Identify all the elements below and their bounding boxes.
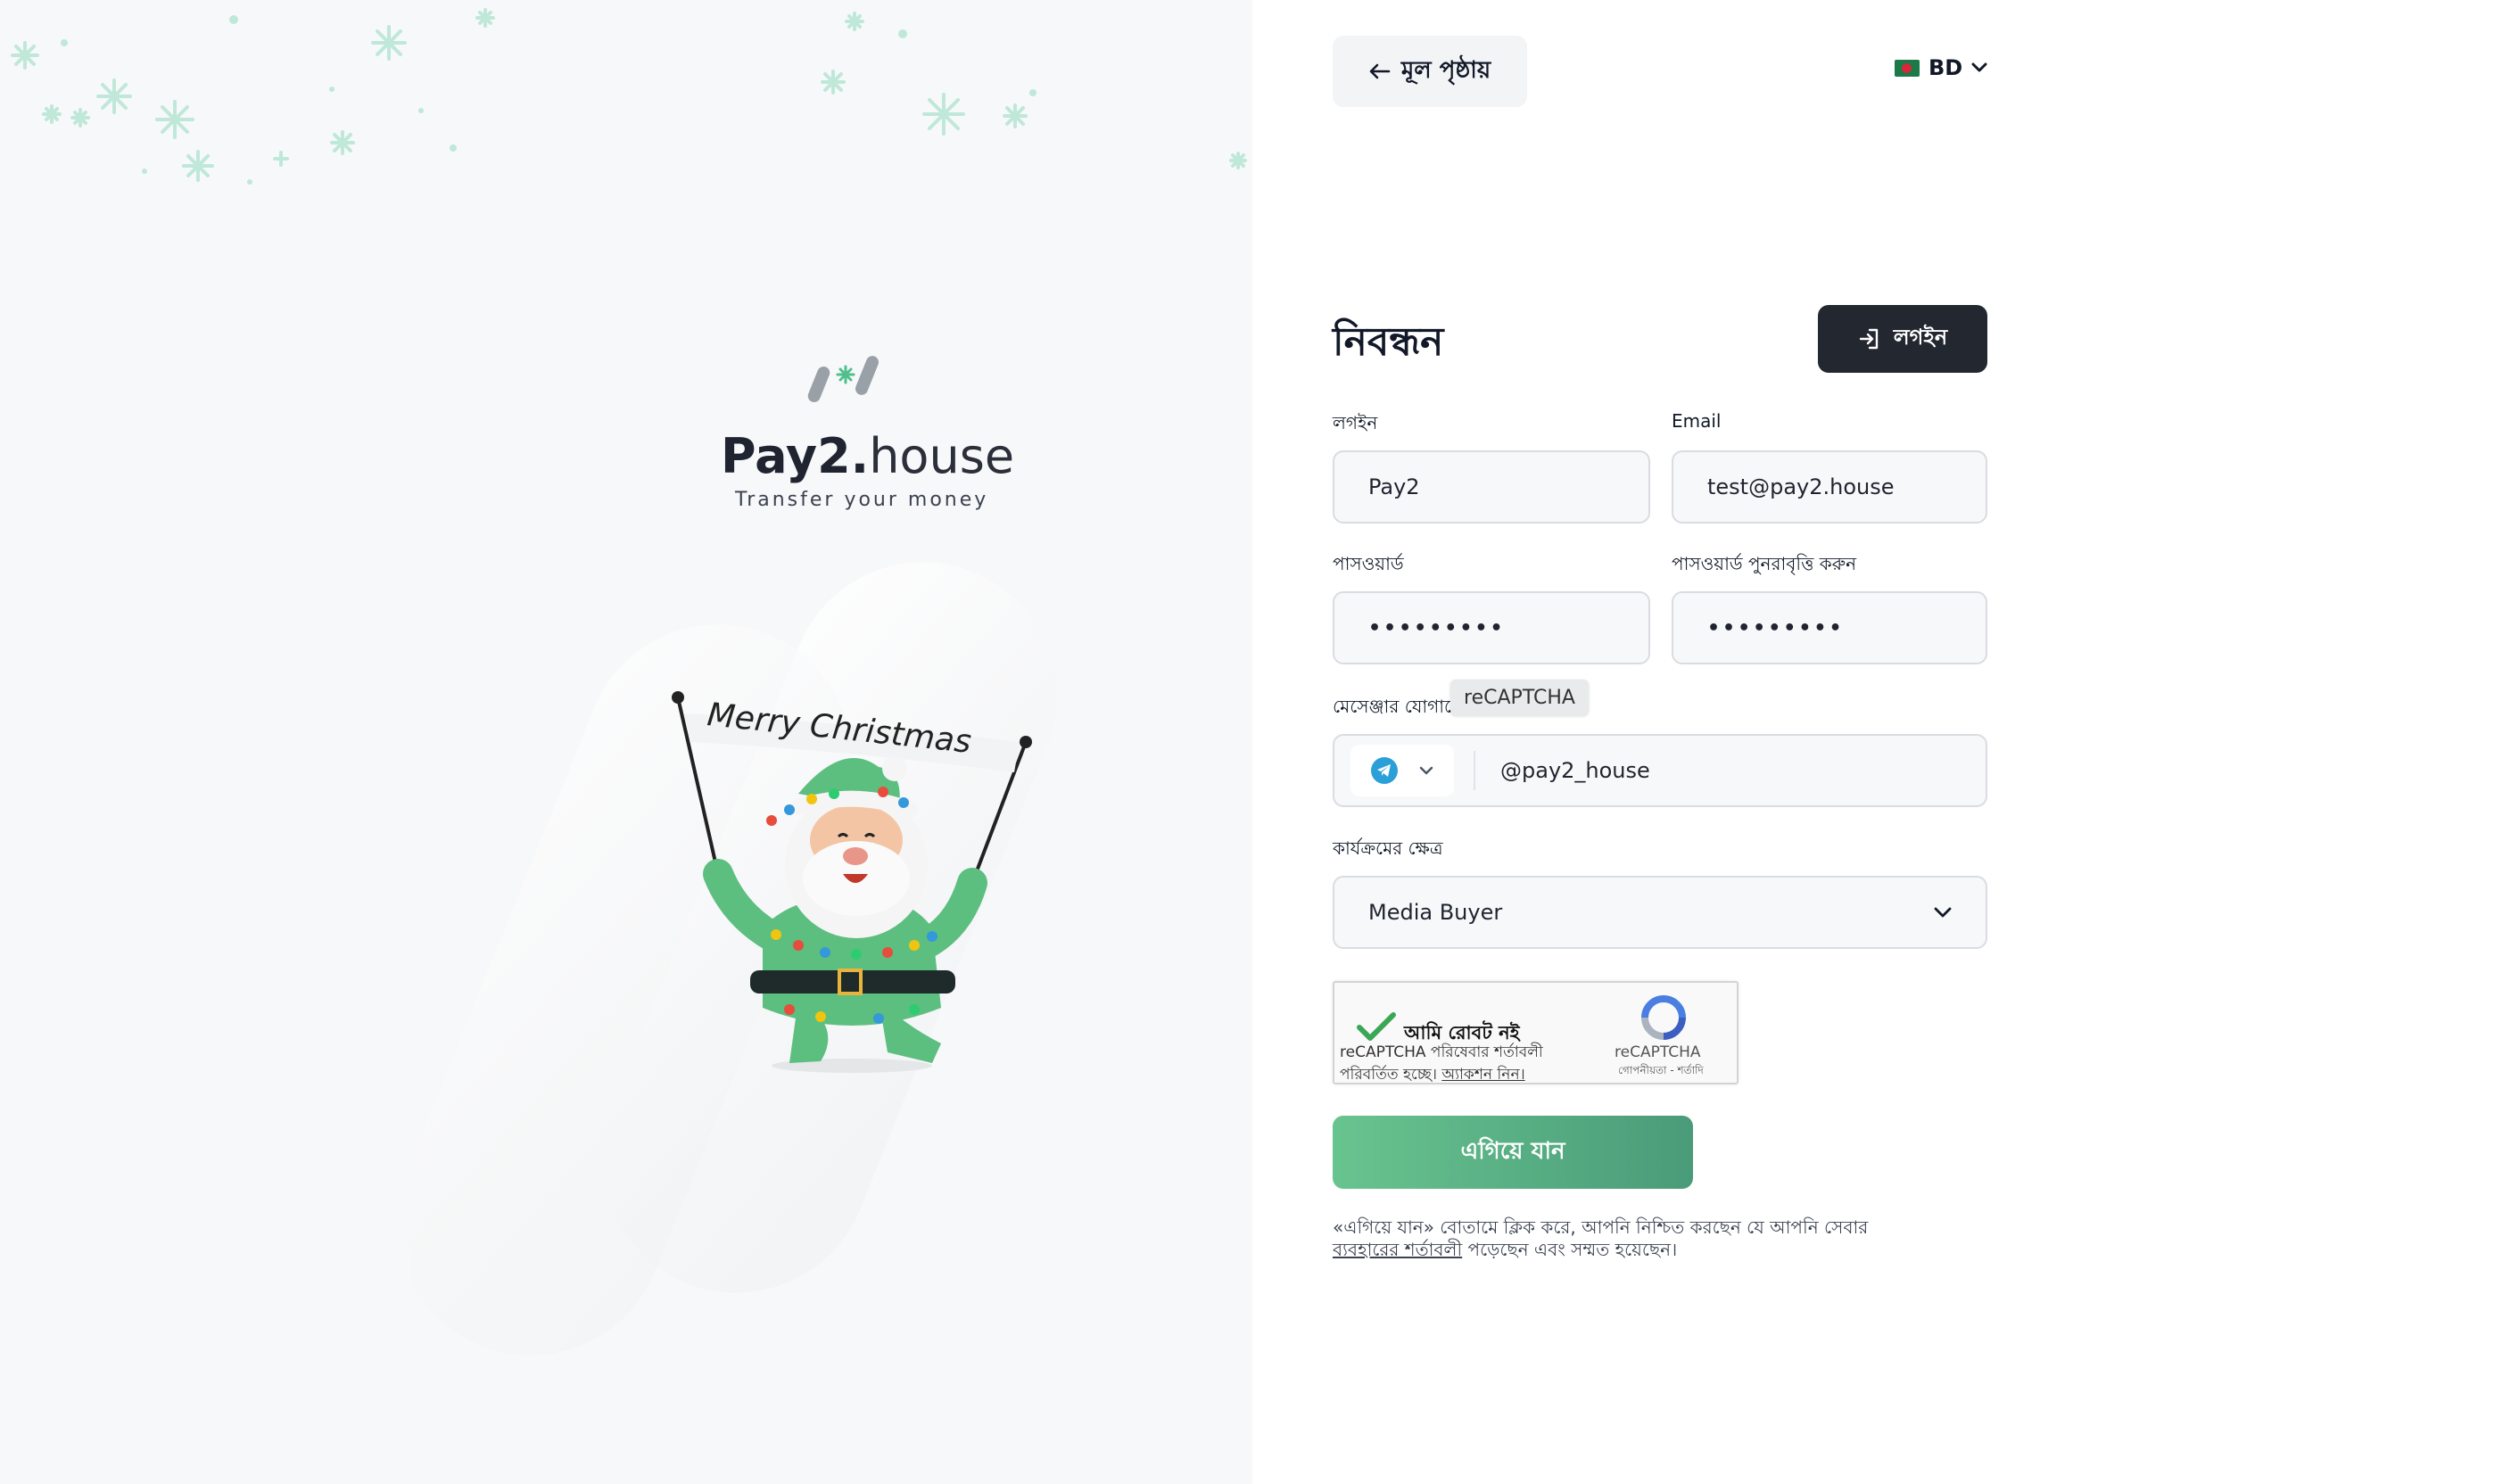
chevron-down-icon: [1934, 907, 1952, 918]
messenger-divider: [1474, 751, 1475, 790]
password-field-label: পাসওয়ার্ড: [1333, 553, 1404, 574]
messenger-field: @pay2_house: [1333, 734, 1987, 807]
captcha-checkmark-icon[interactable]: [1356, 1011, 1397, 1043]
recaptcha-widget: আমি রোবট নই reCAPTCHA পরিষেবার শর্তাবলী …: [1333, 981, 1739, 1084]
password-repeat-field-label: পাসওয়ার্ড পুনরাবৃত্তি করুন: [1672, 553, 1857, 574]
login-button-label: লগইন: [1893, 325, 1948, 350]
email-input[interactable]: test@pay2.house: [1672, 450, 1987, 524]
login-button[interactable]: লগইন: [1818, 305, 1987, 373]
back-to-home-button[interactable]: মূল পৃষ্ঠায়: [1333, 36, 1527, 107]
recaptcha-logo-icon: [1641, 995, 1686, 1040]
activity-field-label: কার্যক্রমের ক্ষেত্র: [1333, 837, 1443, 859]
login-field-label: লগইন: [1333, 412, 1378, 433]
pay2-logo-mark-icon: [807, 356, 879, 402]
language-code: BD: [1928, 55, 1963, 80]
recaptcha-brand: reCAPTCHA: [1615, 1043, 1701, 1061]
password-input[interactable]: •••••••••: [1333, 591, 1650, 664]
terms-notice: «এগিয়ে যান» বোতামে ক্লিক করে, আপনি নিশ্…: [1333, 1216, 1869, 1260]
recaptcha-tooltip: reCAPTCHA: [1450, 680, 1589, 715]
captcha-terms: reCAPTCHA পরিষেবার শর্তাবলী পরিবর্তিত হচ…: [1340, 1043, 1543, 1084]
back-to-home-label: মূল পৃষ্ঠায়: [1400, 57, 1491, 84]
activity-select[interactable]: Media Buyer: [1333, 876, 1987, 949]
email-field-label: Email: [1672, 410, 1722, 432]
submit-button[interactable]: এগিয়ে যান: [1333, 1116, 1693, 1189]
bangladesh-flag-icon: [1895, 59, 1920, 77]
recaptcha-privacy-terms-links[interactable]: গোপনীয়তা - শর্তাদি: [1618, 1063, 1704, 1081]
brand-name: Pay2.house: [721, 428, 1015, 484]
login-input[interactable]: Pay2: [1333, 450, 1650, 524]
messenger-type-dropdown[interactable]: [1350, 745, 1454, 796]
brand-tagline: Transfer your money: [735, 489, 989, 511]
captcha-action-link[interactable]: অ্যাকশন নিন।: [1441, 1066, 1524, 1084]
login-enter-icon: [1859, 328, 1878, 350]
arrow-left-icon: [1369, 63, 1391, 79]
activity-selected-value: Media Buyer: [1368, 900, 1503, 925]
terms-of-use-link[interactable]: ব্যবহারের শর্তাবলী: [1333, 1239, 1462, 1260]
password-repeat-input[interactable]: •••••••••: [1672, 591, 1987, 664]
chevron-down-icon: [1971, 62, 1987, 72]
page-title: নিবন্ধন: [1333, 319, 1444, 365]
telegram-icon: [1371, 757, 1398, 784]
chevron-down-icon: [1419, 766, 1433, 775]
language-selector[interactable]: BD: [1895, 55, 1987, 80]
messenger-handle-input[interactable]: @pay2_house: [1500, 758, 1650, 783]
santa-illustration: Merry Christmas: [672, 691, 1032, 1073]
snowflakes-decoration: [11, 8, 1247, 185]
left-promo-panel: Pay2.house Transfer your money Merry Chr…: [0, 0, 1252, 1484]
